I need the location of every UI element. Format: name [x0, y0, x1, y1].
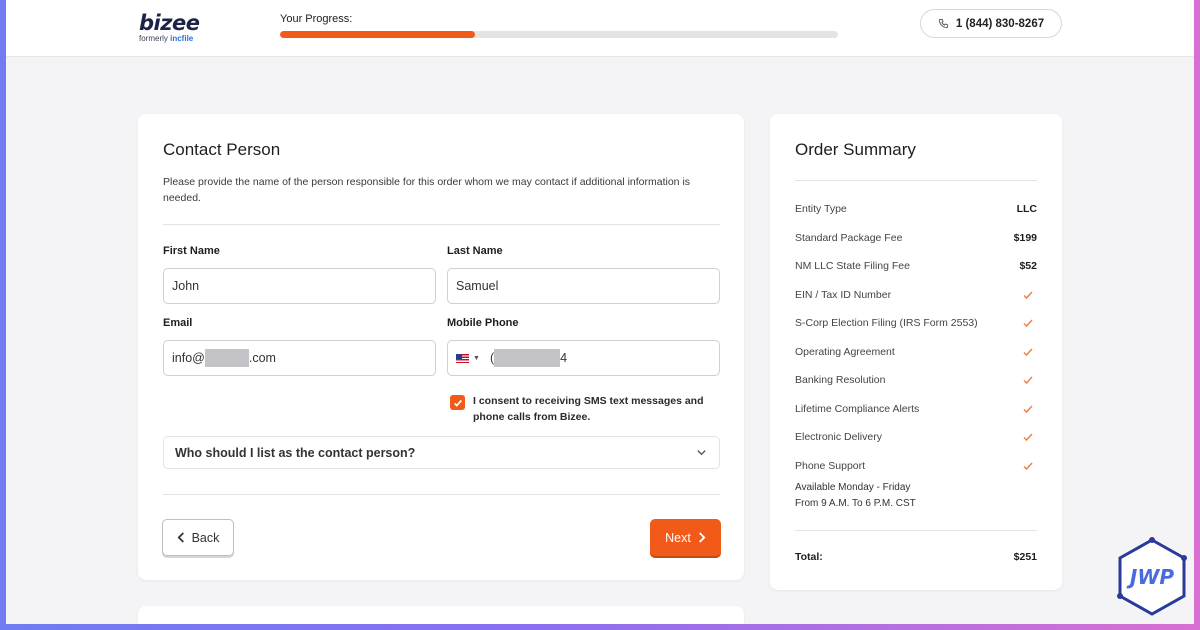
summary-row-label: Operating Agreement [795, 345, 895, 358]
logo-sub-prefix: formerly [139, 34, 171, 43]
contact-title: Contact Person [163, 140, 281, 159]
support-hours-line1: Available Monday - Friday [795, 482, 911, 493]
email-input[interactable]: info@ .com [163, 340, 436, 376]
summary-row: Standard Package Fee $199 [795, 229, 1037, 247]
summary-row-label: Standard Package Fee [795, 231, 903, 244]
progress-label: Your Progress: [280, 13, 353, 25]
watermark-text: JWP [1126, 565, 1175, 589]
order-summary-card: Order Summary Entity Type LLC Standard Pac… [770, 114, 1062, 590]
summary-divider [795, 180, 1037, 181]
first-name-label: First Name [163, 245, 220, 257]
phone-button[interactable]: 1 (844) 830-8267 [920, 9, 1062, 38]
summary-row-label: EIN / Tax ID Number [795, 288, 892, 301]
summary-row-label: Electronic Delivery [795, 431, 882, 443]
support-hours: Available Monday - Friday From 9 A.M. To… [795, 480, 916, 512]
summary-row-value: $199 [1013, 231, 1037, 244]
next-section-card [138, 606, 744, 624]
summary-row: Entity Type LLC [795, 200, 1037, 218]
summary-row: Electronic Delivery [795, 428, 1037, 446]
next-button[interactable]: Next [650, 519, 721, 556]
page-frame: bizee formerly incfile Your Progress: 1 … [6, 0, 1194, 624]
check-icon [1023, 290, 1033, 299]
email-label: Email [163, 317, 193, 329]
check-icon [1023, 319, 1033, 328]
summary-row-label: S-Corp Election Filing (IRS Form 2553) [795, 317, 978, 329]
summary-row-label: Lifetime Compliance Alerts [795, 402, 920, 415]
check-icon [1023, 461, 1033, 470]
logo-wordmark: bizee [139, 11, 200, 35]
summary-row: EIN / Tax ID Number [795, 286, 1037, 304]
sms-consent-checkbox[interactable] [450, 395, 465, 410]
contact-person-card: Contact Person Please provide the name o… [138, 114, 744, 580]
contact-description: Please provide the name of the person re… [163, 176, 691, 204]
summary-row-value: $52 [1019, 260, 1037, 272]
support-hours-line2: From 9 A.M. To 6 P.M. CST [795, 498, 916, 509]
email-suffix: .com [248, 351, 276, 365]
section-divider [163, 224, 720, 225]
checkmark-icon [453, 399, 462, 407]
total-divider [795, 530, 1037, 531]
last-name-label: Last Name [447, 245, 503, 257]
phone-icon [938, 18, 948, 29]
accordion-label: Who should I list as the contact person? [175, 445, 416, 460]
last-name-value: Samuel [456, 279, 499, 293]
phone-redaction [494, 349, 561, 367]
country-caret-icon[interactable]: ▼ [473, 355, 480, 362]
us-flag-icon[interactable] [456, 353, 469, 363]
bizee-logo[interactable]: bizee formerly incfile [139, 11, 200, 43]
chevron-left-icon [177, 532, 184, 543]
check-icon [1023, 347, 1033, 356]
summary-row-label: Phone Support [795, 459, 866, 472]
summary-row: S-Corp Election Filing (IRS Form 2553) [795, 314, 1037, 332]
mobile-phone-input[interactable]: ▼(4 [447, 340, 720, 376]
summary-row: Operating Agreement [795, 343, 1037, 361]
contact-person-accordion[interactable]: Who should I list as the contact person? [163, 436, 720, 469]
check-icon [1023, 404, 1033, 413]
email-prefix: info@ [172, 351, 205, 365]
chevron-down-icon [697, 450, 706, 456]
progress-bar-fill [280, 31, 476, 38]
jwp-watermark-logo: JWP [1117, 537, 1187, 616]
total-label: Total: [795, 551, 823, 563]
logo-subtitle: formerly incfile [139, 34, 199, 43]
back-button[interactable]: Back [162, 519, 234, 556]
phone-number: 1 (844) 830-8267 [955, 17, 1045, 30]
chevron-right-icon [698, 532, 706, 543]
summary-row: Banking Resolution [795, 371, 1037, 389]
top-header: bizee formerly incfile Your Progress: 1 … [6, 0, 1194, 57]
order-summary-title: Order Summary [795, 140, 916, 159]
logo-sub-brand: incfile [170, 34, 194, 43]
back-button-label: Back [191, 530, 220, 545]
sms-consent: I consent to receiving SMS text messages… [450, 394, 720, 425]
last-name-input[interactable]: Samuel [447, 268, 720, 304]
total-row: Total: $251 [795, 548, 1037, 566]
summary-row-label: Banking Resolution [795, 374, 886, 386]
first-name-input[interactable]: John [163, 268, 436, 304]
sms-consent-text: I consent to receiving SMS text messages… [473, 395, 704, 423]
summary-row-value: LLC [1016, 203, 1037, 215]
footer-divider [163, 494, 720, 495]
summary-row: NM LLC State Filing Fee $52 [795, 257, 1037, 275]
summary-row: Phone Support [795, 457, 1037, 475]
check-icon [1023, 433, 1033, 442]
first-name-value: John [172, 279, 200, 293]
mobile-phone-label: Mobile Phone [447, 317, 519, 329]
next-button-label: Next [665, 530, 691, 545]
progress-bar [280, 31, 838, 38]
total-value: $251 [1013, 551, 1037, 563]
summary-row-label: NM LLC State Filing Fee [795, 260, 910, 272]
check-icon [1023, 376, 1033, 385]
summary-row: Lifetime Compliance Alerts [795, 400, 1037, 418]
email-redaction [204, 349, 249, 367]
summary-row-label: Entity Type [795, 203, 847, 215]
phone-suffix: 4 [560, 351, 568, 365]
